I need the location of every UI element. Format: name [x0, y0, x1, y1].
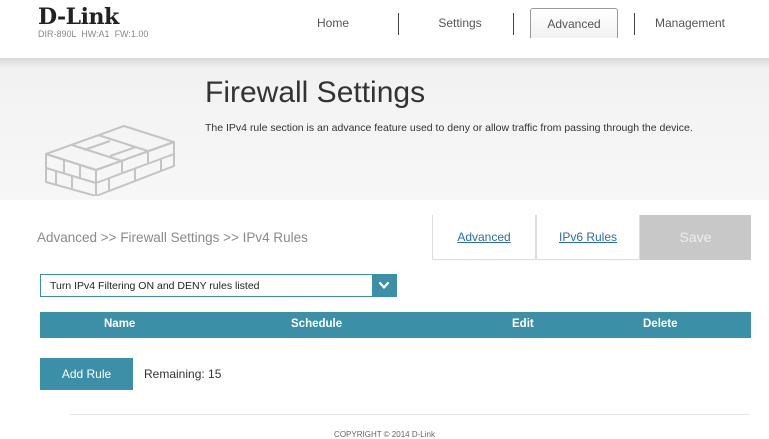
breadcrumb: Advanced >> Firewall Settings >> IPv4 Ru… [37, 230, 308, 245]
column-name: Name [104, 318, 136, 330]
chevron-down-icon [378, 281, 390, 289]
rules-table-header: Name Schedule Edit Delete [40, 312, 751, 338]
nav-separator [634, 13, 635, 35]
ipv4-filter-select[interactable]: Turn IPv4 Filtering ON and DENY rules li… [40, 274, 397, 297]
select-arrow[interactable] [372, 275, 396, 296]
nav-advanced[interactable]: Advanced [530, 8, 618, 38]
nav-home[interactable]: Home [305, 8, 361, 38]
tab-ipv6-rules[interactable]: IPv6 Rules [536, 215, 640, 260]
nav-separator [513, 13, 514, 35]
model-label: DIR-890L [38, 29, 77, 39]
fw-label: FW:1.00 [114, 29, 149, 39]
hw-label: HW:A1 [81, 29, 110, 39]
footer-divider [70, 414, 750, 415]
select-value: Turn IPv4 Filtering ON and DENY rules li… [50, 280, 260, 292]
page-banner: Firewall Settings The IPv4 rule section … [0, 58, 769, 200]
logo-text: D-Link [38, 4, 119, 30]
nav-management[interactable]: Management [648, 8, 732, 38]
dlink-logo: D-Link DIR-890L HW:A1 FW:1.00 [38, 6, 148, 39]
save-button[interactable]: Save [640, 215, 751, 260]
tab-advanced[interactable]: Advanced [432, 215, 536, 260]
device-info: DIR-890L HW:A1 FW:1.00 [38, 29, 148, 39]
column-delete: Delete [643, 318, 678, 330]
page-title: Firewall Settings [205, 76, 426, 109]
column-edit: Edit [512, 318, 534, 330]
page-description: The IPv4 rule section is an advance feat… [205, 122, 693, 134]
add-rule-button[interactable]: Add Rule [40, 358, 133, 390]
remaining-count: Remaining: 15 [144, 367, 222, 381]
nav-separator [398, 13, 399, 35]
firewall-brick-icon [45, 125, 175, 196]
header: D-Link DIR-890L HW:A1 FW:1.00 Home Setti… [0, 0, 769, 58]
nav-settings[interactable]: Settings [428, 8, 492, 38]
column-schedule: Schedule [291, 318, 343, 330]
copyright: COPYRIGHT © 2014 D-Link [334, 430, 435, 439]
